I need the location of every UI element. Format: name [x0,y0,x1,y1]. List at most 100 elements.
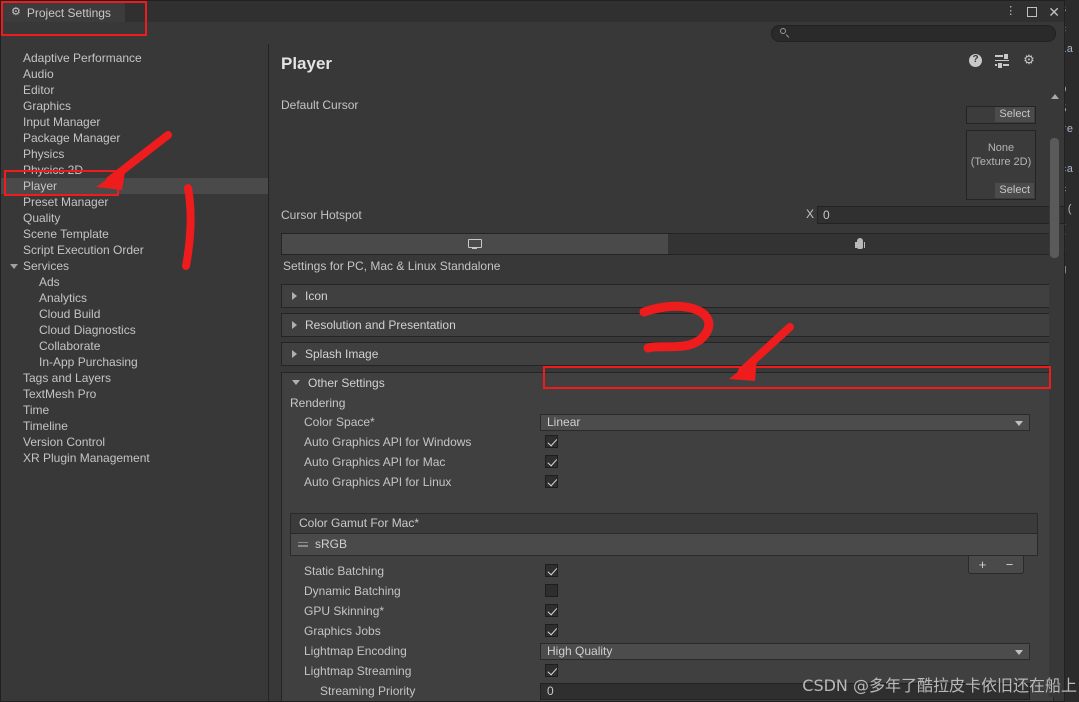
scrollbar-thumb[interactable] [1050,138,1059,258]
sidebar-item-ads[interactable]: Ads [1,274,268,290]
search-input[interactable] [794,26,1047,41]
sidebar-item-graphics[interactable]: Graphics [1,98,268,114]
sidebar-item-label: Physics 2D [23,163,84,177]
tab-project-settings[interactable]: ⚙ Project Settings [3,2,125,22]
sidebar-item-player[interactable]: Player [1,178,268,194]
sidebar-item-package-manager[interactable]: Package Manager [1,130,268,146]
color-space-dropdown[interactable]: Linear [540,414,1030,431]
cursor-hotspot-label: Cursor Hotspot [281,208,362,222]
sidebar-item-label: Cloud Diagnostics [39,323,136,337]
color-gamut-list-row[interactable]: sRGB [290,534,1038,556]
chevron-down-icon[interactable] [10,264,18,272]
drag-handle-icon[interactable] [298,542,308,547]
window-body: Adaptive Performance Audio Editor Graphi… [1,44,1064,701]
sidebar-item-xr-plugin-management[interactable]: XR Plugin Management [1,450,268,466]
settings-sidebar[interactable]: Adaptive Performance Audio Editor Graphi… [1,44,269,701]
group-label-rendering: Rendering [290,396,346,410]
sidebar-item-audio[interactable]: Audio [1,66,268,82]
default-cursor-object-field[interactable]: Select [966,106,1036,124]
foldout-resolution-and-presentation[interactable]: Resolution and Presentation [281,313,1054,337]
sidebar-item-time[interactable]: Time [1,402,268,418]
property-label: Streaming Priority [320,684,416,698]
window-titlebar: ⚙ Project Settings ⋮ ✕ [1,1,1064,22]
sidebar-item-in-app-purchasing[interactable]: In-App Purchasing [1,354,268,370]
search-icon [780,28,790,39]
chevron-down-icon [292,379,300,389]
sidebar-item-label: Quality [23,211,61,225]
color-gamut-list-header: Color Gamut For Mac* [290,513,1038,534]
dynamic-batching-checkbox[interactable] [545,584,558,597]
sidebar-item-analytics[interactable]: Analytics [1,290,268,306]
sidebar-item-cloud-build[interactable]: Cloud Build [1,306,268,322]
static-batching-checkbox[interactable] [545,564,558,577]
property-label: Graphics Jobs [304,624,381,638]
sidebar-item-quality[interactable]: Quality [1,210,268,226]
auto-graphics-linux-checkbox[interactable] [545,475,558,488]
lightmap-encoding-dropdown[interactable]: High Quality [540,643,1030,660]
sidebar-item-scene-template[interactable]: Scene Template [1,226,268,242]
select-button[interactable]: Select [995,107,1034,122]
tab-android[interactable] [667,234,1053,254]
platform-tabs[interactable] [281,233,1054,255]
sidebar-item-cloud-diagnostics[interactable]: Cloud Diagnostics [1,322,268,338]
sidebar-item-editor[interactable]: Editor [1,82,268,98]
sidebar-item-version-control[interactable]: Version Control [1,434,268,450]
foldout-other-settings-header[interactable]: Other Settings [292,376,385,390]
sidebar-item-timeline[interactable]: Timeline [1,418,268,434]
help-icon[interactable]: ? [969,53,982,67]
sidebar-item-tags-and-layers[interactable]: Tags and Layers [1,370,268,386]
property-label: Auto Graphics API for Mac [304,455,446,469]
sidebar-item-label: Cloud Build [39,307,101,321]
chevron-down-icon [1015,421,1023,426]
preset-icon[interactable] [995,53,1009,69]
tab-label: Project Settings [26,5,111,20]
sidebar-item-preset-manager[interactable]: Preset Manager [1,194,268,210]
gear-icon[interactable]: ⚙ [1022,53,1036,67]
property-label: Lightmap Encoding [304,644,407,658]
sidebar-item-label: Analytics [39,291,88,305]
streaming-priority-input[interactable]: 0 [540,683,1030,700]
default-cursor-texture-preview[interactable]: None (Texture 2D) Select [966,130,1036,200]
foldout-other-settings-panel: Other Settings Rendering Color Space* Li… [281,372,1054,701]
property-label: Color Space* [304,415,375,429]
foldout-icon[interactable]: Icon [281,284,1054,308]
foldout-label: Splash Image [305,347,379,361]
sidebar-item-label: Ads [39,275,60,289]
foldout-label: Resolution and Presentation [305,318,456,332]
cursor-hotspot-x-input[interactable]: 0 [817,206,1064,224]
sidebar-item-textmesh-pro[interactable]: TextMesh Pro [1,386,268,402]
main-scrollbar[interactable] [1049,92,1060,697]
tab-standalone[interactable] [282,234,668,254]
foldout-splash-image[interactable]: Splash Image [281,342,1054,366]
property-row-graphics-jobs: Graphics Jobs [282,621,1053,641]
auto-graphics-windows-checkbox[interactable] [545,435,558,448]
graphics-jobs-checkbox[interactable] [545,624,558,637]
sidebar-item-label: Editor [23,83,55,97]
auto-graphics-mac-checkbox[interactable] [545,455,558,468]
select-button[interactable]: Select [995,183,1034,198]
window-menu-icon[interactable]: ⋮ [1005,6,1016,17]
gpu-skinning-checkbox[interactable] [545,604,558,617]
sidebar-item-services[interactable]: Services [1,258,268,274]
sidebar-item-label: Tags and Layers [23,371,112,385]
x-axis-label: X [806,207,815,221]
player-settings-panel: Player ? ⚙ Default Cursor Select None (T… [269,44,1064,701]
sidebar-item-label: Timeline [23,419,68,433]
sidebar-item-collaborate[interactable]: Collaborate [1,338,268,354]
sidebar-item-physics-2d[interactable]: Physics 2D [1,162,268,178]
property-row-static-batching: Static Batching [282,561,1053,581]
lightmap-streaming-checkbox[interactable] [545,664,558,677]
sidebar-item-script-execution-order[interactable]: Script Execution Order [1,242,268,258]
sidebar-item-label: Graphics [23,99,72,113]
sidebar-item-adaptive-performance[interactable]: Adaptive Performance [1,50,268,66]
close-icon[interactable]: ✕ [1048,5,1060,19]
sidebar-item-input-manager[interactable]: Input Manager [1,114,268,130]
maximize-icon[interactable] [1027,6,1038,17]
search-box[interactable] [771,25,1056,42]
foldout-label: Icon [305,289,328,303]
sidebar-item-label: Physics [23,147,65,161]
android-icon [855,237,866,251]
sidebar-item-physics[interactable]: Physics [1,146,268,162]
scroll-up-icon[interactable] [1051,94,1059,99]
property-label: Dynamic Batching [304,584,401,598]
